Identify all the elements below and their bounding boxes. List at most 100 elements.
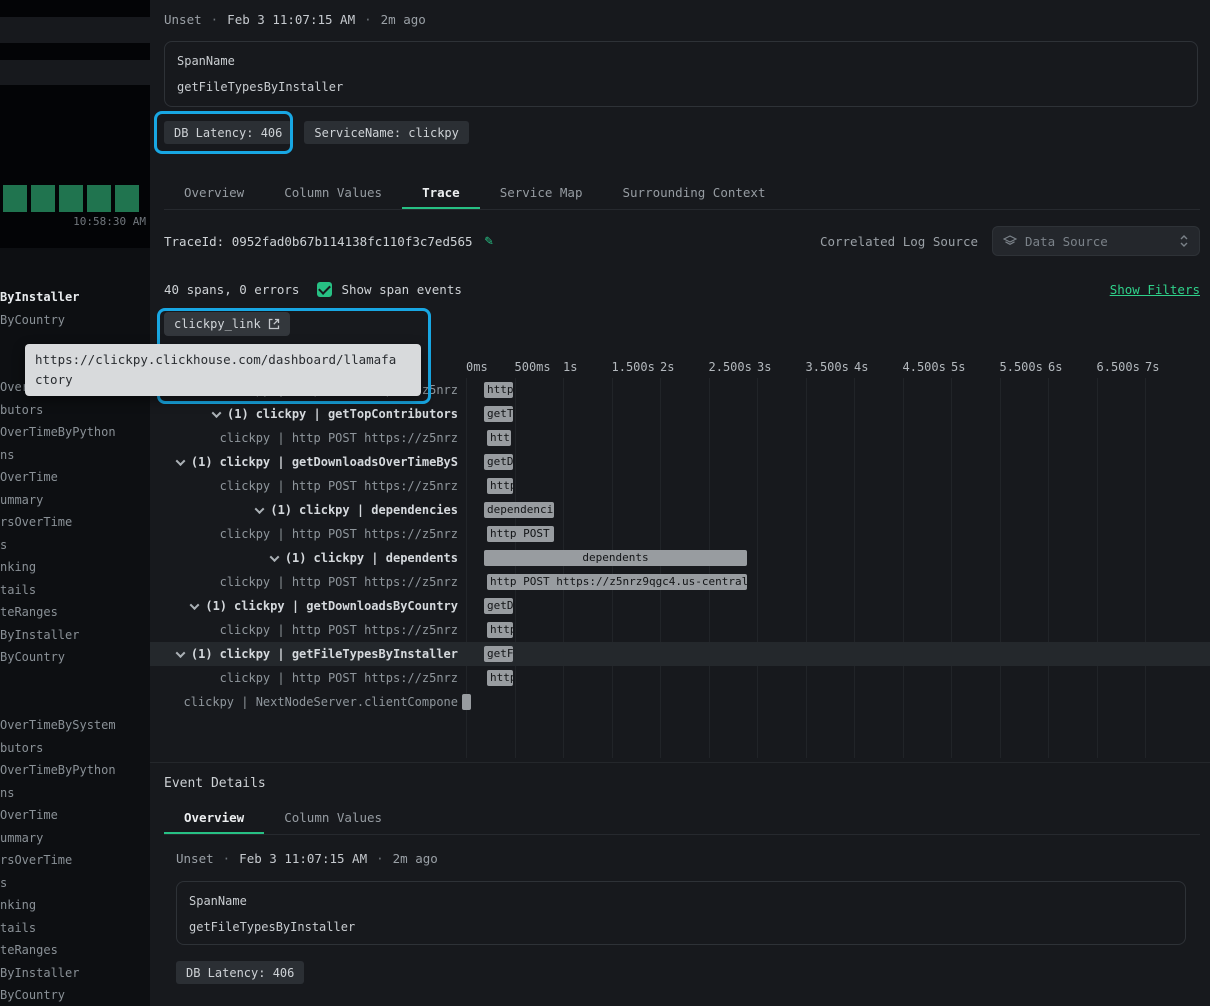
time-tick-label: 2.500s — [709, 360, 752, 374]
sidebar-item[interactable]: OverTimeByPython — [0, 421, 150, 444]
span-name-box: SpanName getFileTypesByInstaller — [176, 881, 1186, 945]
sidebar-item[interactable]: ByInstaller — [0, 286, 150, 309]
sidebar-item[interactable]: tails — [0, 917, 150, 940]
span-name-label: clickpy | http POST https://z5nrz — [220, 479, 458, 493]
span-duration-bar[interactable]: http — [487, 670, 513, 686]
sidebar-item[interactable]: teRanges — [0, 601, 150, 624]
db-latency-chip[interactable]: DB Latency: 406 — [164, 121, 292, 144]
histogram-bar[interactable] — [31, 185, 55, 212]
tab-trace[interactable]: Trace — [402, 178, 480, 209]
chevron-down-icon[interactable] — [269, 552, 279, 562]
span-duration-bar[interactable]: http — [487, 622, 513, 638]
sidebar-item[interactable]: butors — [0, 737, 150, 760]
clickpy-link-chip[interactable]: clickpy_link — [164, 312, 290, 336]
sidebar-item[interactable]: rsOverTime — [0, 511, 150, 534]
tab-service-map[interactable]: Service Map — [480, 178, 603, 209]
event-tab-overview[interactable]: Overview — [164, 803, 264, 834]
trace-row[interactable]: clickpy | http POST https://z5nrzhttp PO… — [150, 522, 1210, 546]
sidebar-item[interactable]: ByCountry — [0, 309, 150, 332]
histogram-bar[interactable] — [59, 185, 83, 212]
sidebar-item[interactable]: OverTime — [0, 804, 150, 827]
span-count: (1) — [227, 407, 249, 421]
histogram-bar[interactable] — [3, 185, 27, 212]
span-name-label: clickpy | getDownloadsByCountry — [234, 599, 458, 613]
chevron-down-icon[interactable] — [255, 504, 265, 514]
time-tick-label: 3.500s — [806, 360, 849, 374]
trace-row[interactable]: clickpy | http POST https://z5nrz http PO… — [150, 570, 1210, 594]
sidebar-item[interactable]: nking — [0, 894, 150, 917]
sidebar-item[interactable]: ByCountry — [0, 646, 150, 669]
chevron-down-icon[interactable] — [212, 408, 222, 418]
link-tooltip: https://clickpy.clickhouse.com/dashboard… — [25, 344, 421, 396]
sidebar-item[interactable]: ummary — [0, 489, 150, 512]
tab-column-values[interactable]: Column Values — [264, 178, 402, 209]
trace-row[interactable]: (1)clickpy | dependentsdependents — [150, 546, 1210, 570]
event-tab-column-values[interactable]: Column Values — [264, 803, 402, 834]
time-tick-label: 1s — [563, 360, 577, 374]
show-span-events-checkbox[interactable] — [317, 282, 332, 297]
sidebar-item[interactable]: ns — [0, 782, 150, 805]
span-duration-bar[interactable] — [462, 694, 471, 710]
span-name-label: clickpy | http POST https://z5nrz — [220, 575, 458, 589]
span-count: (1) — [285, 551, 307, 565]
trace-row[interactable]: clickpy | NextNodeServer.clientCompone — [150, 690, 1210, 714]
sidebar-item[interactable]: OverTimeByPython — [0, 759, 150, 782]
trace-row[interactable]: (1)clickpy | getFileTypesByInstallergetF… — [150, 642, 1210, 666]
chevron-down-icon[interactable] — [175, 648, 185, 658]
sidebar-item[interactable]: tails — [0, 579, 150, 602]
service-name-chip[interactable]: ServiceName: clickpy — [304, 121, 469, 144]
sidebar-item[interactable]: s — [0, 872, 150, 895]
sidebar-item[interactable]: ummary — [0, 827, 150, 850]
sidebar-item[interactable]: OverTime — [0, 466, 150, 489]
histogram-bar[interactable] — [87, 185, 111, 212]
sidebar-item[interactable]: s — [0, 534, 150, 557]
span-count: (1) — [270, 503, 292, 517]
time-tick-label: 0ms — [466, 360, 488, 374]
show-filters-link[interactable]: Show Filters — [1110, 282, 1200, 297]
tooltip-url-line1: https://clickpy.clickhouse.com/dashboard… — [35, 350, 411, 370]
db-latency-chip[interactable]: DB Latency: 406 — [176, 961, 304, 984]
span-duration-bar[interactable]: http — [484, 382, 513, 398]
chevron-down-icon[interactable] — [175, 456, 185, 466]
span-duration-bar[interactable]: getD — [484, 598, 513, 614]
span-duration-bar[interactable]: dependenci — [484, 502, 554, 518]
span-duration-bar[interactable]: http POST — [487, 526, 554, 542]
sidebar-item[interactable]: teRanges — [0, 939, 150, 962]
detail-tabs: OverviewColumn ValuesTraceService MapSur… — [164, 178, 1200, 210]
sidebar-item[interactable]: ByInstaller — [0, 962, 150, 985]
time-tick-label: 6s — [1048, 360, 1062, 374]
show-span-events-label: Show span events — [341, 282, 461, 297]
span-name-value: getFileTypesByInstaller — [189, 920, 1173, 934]
span-duration-bar[interactable]: dependents — [484, 550, 747, 566]
edit-icon[interactable]: ✎ — [485, 233, 493, 249]
span-duration-bar[interactable]: getT — [484, 406, 513, 422]
sidebar-item[interactable]: butors — [0, 399, 150, 422]
trace-row[interactable]: (1)clickpy | getDownloadsByCountrygetD — [150, 594, 1210, 618]
trace-row[interactable]: (1)clickpy | getDownloadsOverTimeBySgetD — [150, 450, 1210, 474]
span-duration-bar[interactable]: htt — [487, 430, 511, 446]
trace-row[interactable]: (1)clickpy | dependenciesdependenci — [150, 498, 1210, 522]
tab-surrounding-context[interactable]: Surrounding Context — [603, 178, 786, 209]
sidebar-item[interactable]: OverTimeBySystem — [0, 714, 150, 737]
time-tick-label: 7s — [1145, 360, 1159, 374]
span-duration-bar[interactable]: http — [487, 478, 513, 494]
trace-row[interactable]: clickpy | http POST https://z5nrz http — [150, 474, 1210, 498]
trace-row[interactable]: (1)clickpy | getTopContributorsgetT — [150, 402, 1210, 426]
trace-row[interactable]: clickpy | http POST https://z5nrzhttp — [150, 618, 1210, 642]
data-source-select[interactable]: Data Source — [992, 226, 1200, 256]
span-duration-bar[interactable]: getFi — [484, 646, 513, 662]
span-duration-bar[interactable]: getD — [484, 454, 513, 470]
sidebar-item[interactable]: ByCountry — [0, 984, 150, 1006]
dot-separator: · — [223, 851, 231, 866]
sidebar-item[interactable]: nking — [0, 556, 150, 579]
sidebar-item[interactable]: rsOverTime — [0, 849, 150, 872]
tab-overview[interactable]: Overview — [164, 178, 264, 209]
span-name-box: SpanName getFileTypesByInstaller — [164, 41, 1198, 107]
trace-row[interactable]: clickpy | http POST https://z5nrzhtt — [150, 426, 1210, 450]
sidebar-item[interactable]: ByInstaller — [0, 624, 150, 647]
trace-row[interactable]: clickpy | http POST https://z5nrzhttp — [150, 666, 1210, 690]
sidebar-item[interactable]: ns — [0, 444, 150, 467]
histogram-bar[interactable] — [115, 185, 139, 212]
chevron-down-icon[interactable] — [190, 600, 200, 610]
span-duration-bar[interactable]: http POST https://z5nrz9qgc4.us-central — [487, 574, 747, 590]
